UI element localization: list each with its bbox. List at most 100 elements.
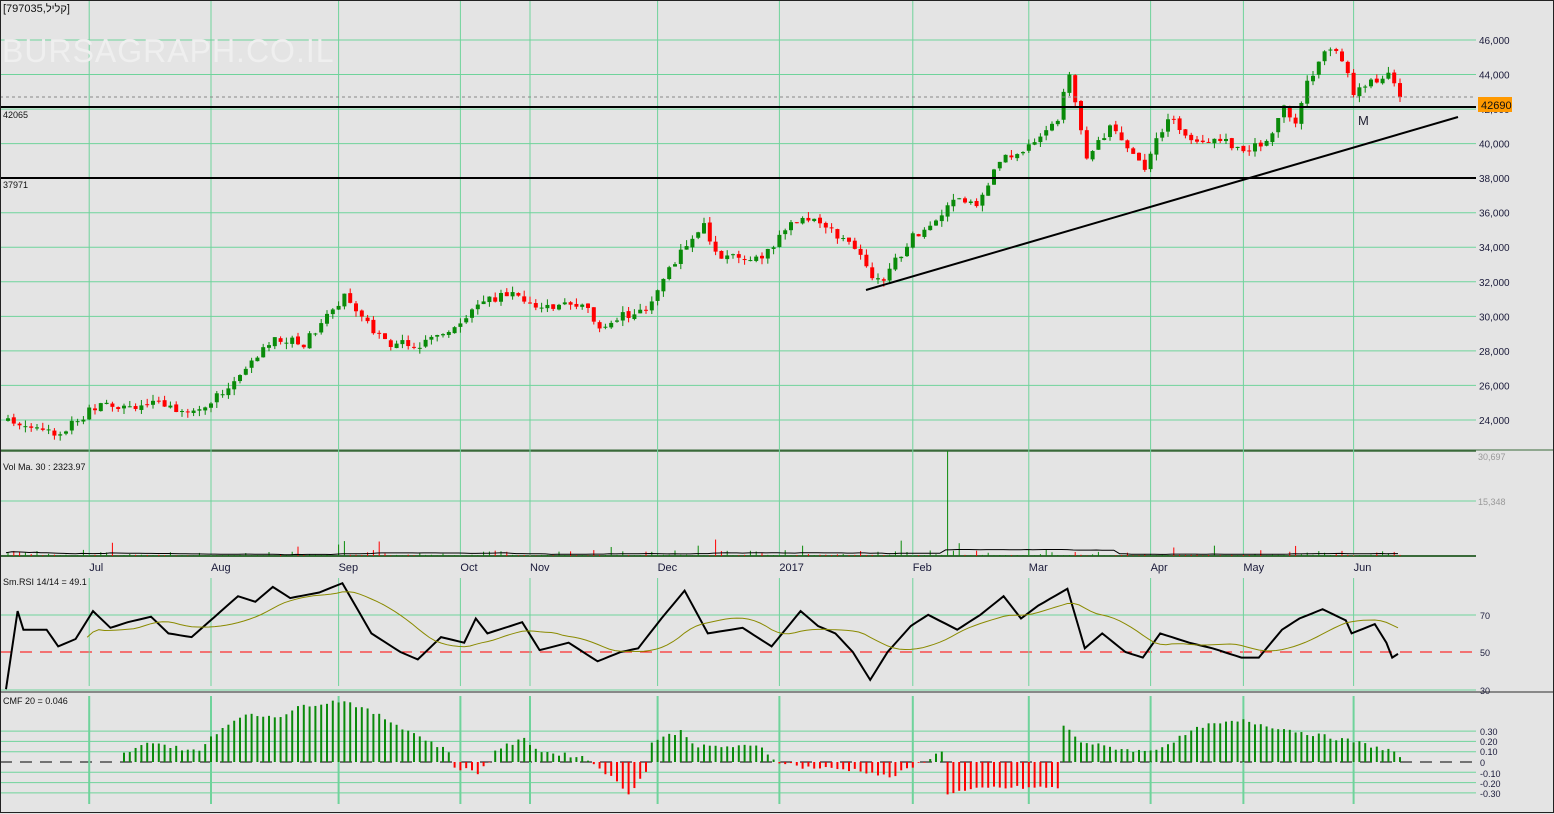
candle-up [1328,49,1333,51]
candle-up [470,309,474,318]
candle-down [870,267,875,279]
candle-up [789,222,793,231]
candle-down [1398,83,1402,98]
candle-up [214,393,219,403]
candle-up [307,333,312,349]
candle-down [1345,61,1350,74]
candle-up [620,312,625,321]
candle-up [1102,138,1107,141]
month-label: Jun [1354,562,1372,574]
candle-down [591,307,596,322]
candle-down [1079,101,1083,131]
rsi-ma-line [86,591,1399,653]
candle-up [180,411,184,413]
candle-up [81,419,86,422]
candle-down [278,338,283,342]
candle-up [1154,138,1159,155]
candle-down [1392,72,1397,84]
candle-up [557,304,561,310]
candle-down [359,310,364,317]
candle-up [997,161,1002,169]
candle-up [313,333,318,335]
candle-up [446,332,451,335]
candle-up [1090,151,1095,160]
candle-down [412,346,416,348]
candle-down [707,222,712,242]
volume-tick: 30,697 [1478,452,1506,462]
candle-up [255,357,260,362]
candle-down [1229,138,1234,149]
candle-up [893,257,898,270]
candle-down [1218,138,1223,142]
candle-up [87,407,92,420]
price-tick-label: 26,000 [1479,381,1510,392]
candle-up [655,290,660,301]
candle-up [1305,80,1310,104]
candle-up [1264,140,1269,146]
price-tick-label: 30,000 [1479,312,1510,323]
candle-down [719,250,724,259]
candle-up [777,234,782,247]
candle-up [934,220,938,226]
candle-up [168,405,173,408]
candle-up [98,403,103,412]
last-price-value: 42690 [1481,100,1512,112]
candle-down [383,333,387,340]
candle-up [284,342,289,344]
candle-down [1247,150,1252,152]
candle-up [545,304,550,309]
rsi-tick: 30 [1480,686,1490,696]
candle-down [377,332,382,334]
candle-up [499,292,503,302]
price-tick-label: 46,000 [1479,36,1510,47]
candle-down [847,237,851,242]
candle-down [1137,152,1141,161]
candle-up [336,305,341,310]
candle-up [1253,143,1257,152]
candle-down [296,336,300,345]
candle-down [1258,142,1263,147]
candle-down [1073,75,1078,103]
candle-down [835,229,840,239]
candle-up [609,322,614,328]
grid [0,0,1554,804]
price-tick-label: 38,000 [1479,174,1510,185]
candle-up [1096,140,1101,150]
month-label: Jul [89,562,103,574]
candle-down [864,254,869,267]
rsi-lines [5,581,1399,690]
candle-up [957,198,962,200]
candle-down [916,234,921,237]
price-tick-label: 28,000 [1479,347,1510,358]
candle-up [986,185,991,196]
candle-down [823,222,828,228]
candle-up [539,307,544,309]
candle-down [493,297,498,302]
candle-down [145,404,150,406]
candle-up [249,360,254,368]
candle-up [1235,146,1240,148]
candle-up [1015,154,1020,159]
price-tick-label: 40,000 [1479,140,1510,151]
candle-up [922,229,927,237]
candle-up [968,201,973,203]
candle-down [597,322,602,329]
candle-up [615,320,619,322]
support-label: 37971 [3,180,28,190]
candle-up [939,215,944,222]
candle-up [429,336,434,340]
cmf-bars [123,700,1401,795]
candle-up [400,340,405,345]
candle-up [1055,120,1060,125]
candle-up [910,233,915,248]
candle-up [1322,51,1327,62]
candle-up [325,313,329,324]
candle-up [1160,132,1165,138]
candle-up [475,304,480,310]
candle-up [330,309,335,315]
candle-down [1189,134,1194,141]
candle-down [406,340,411,347]
candle-up [638,309,643,314]
candle-down [365,317,370,322]
candle-up [191,410,196,414]
